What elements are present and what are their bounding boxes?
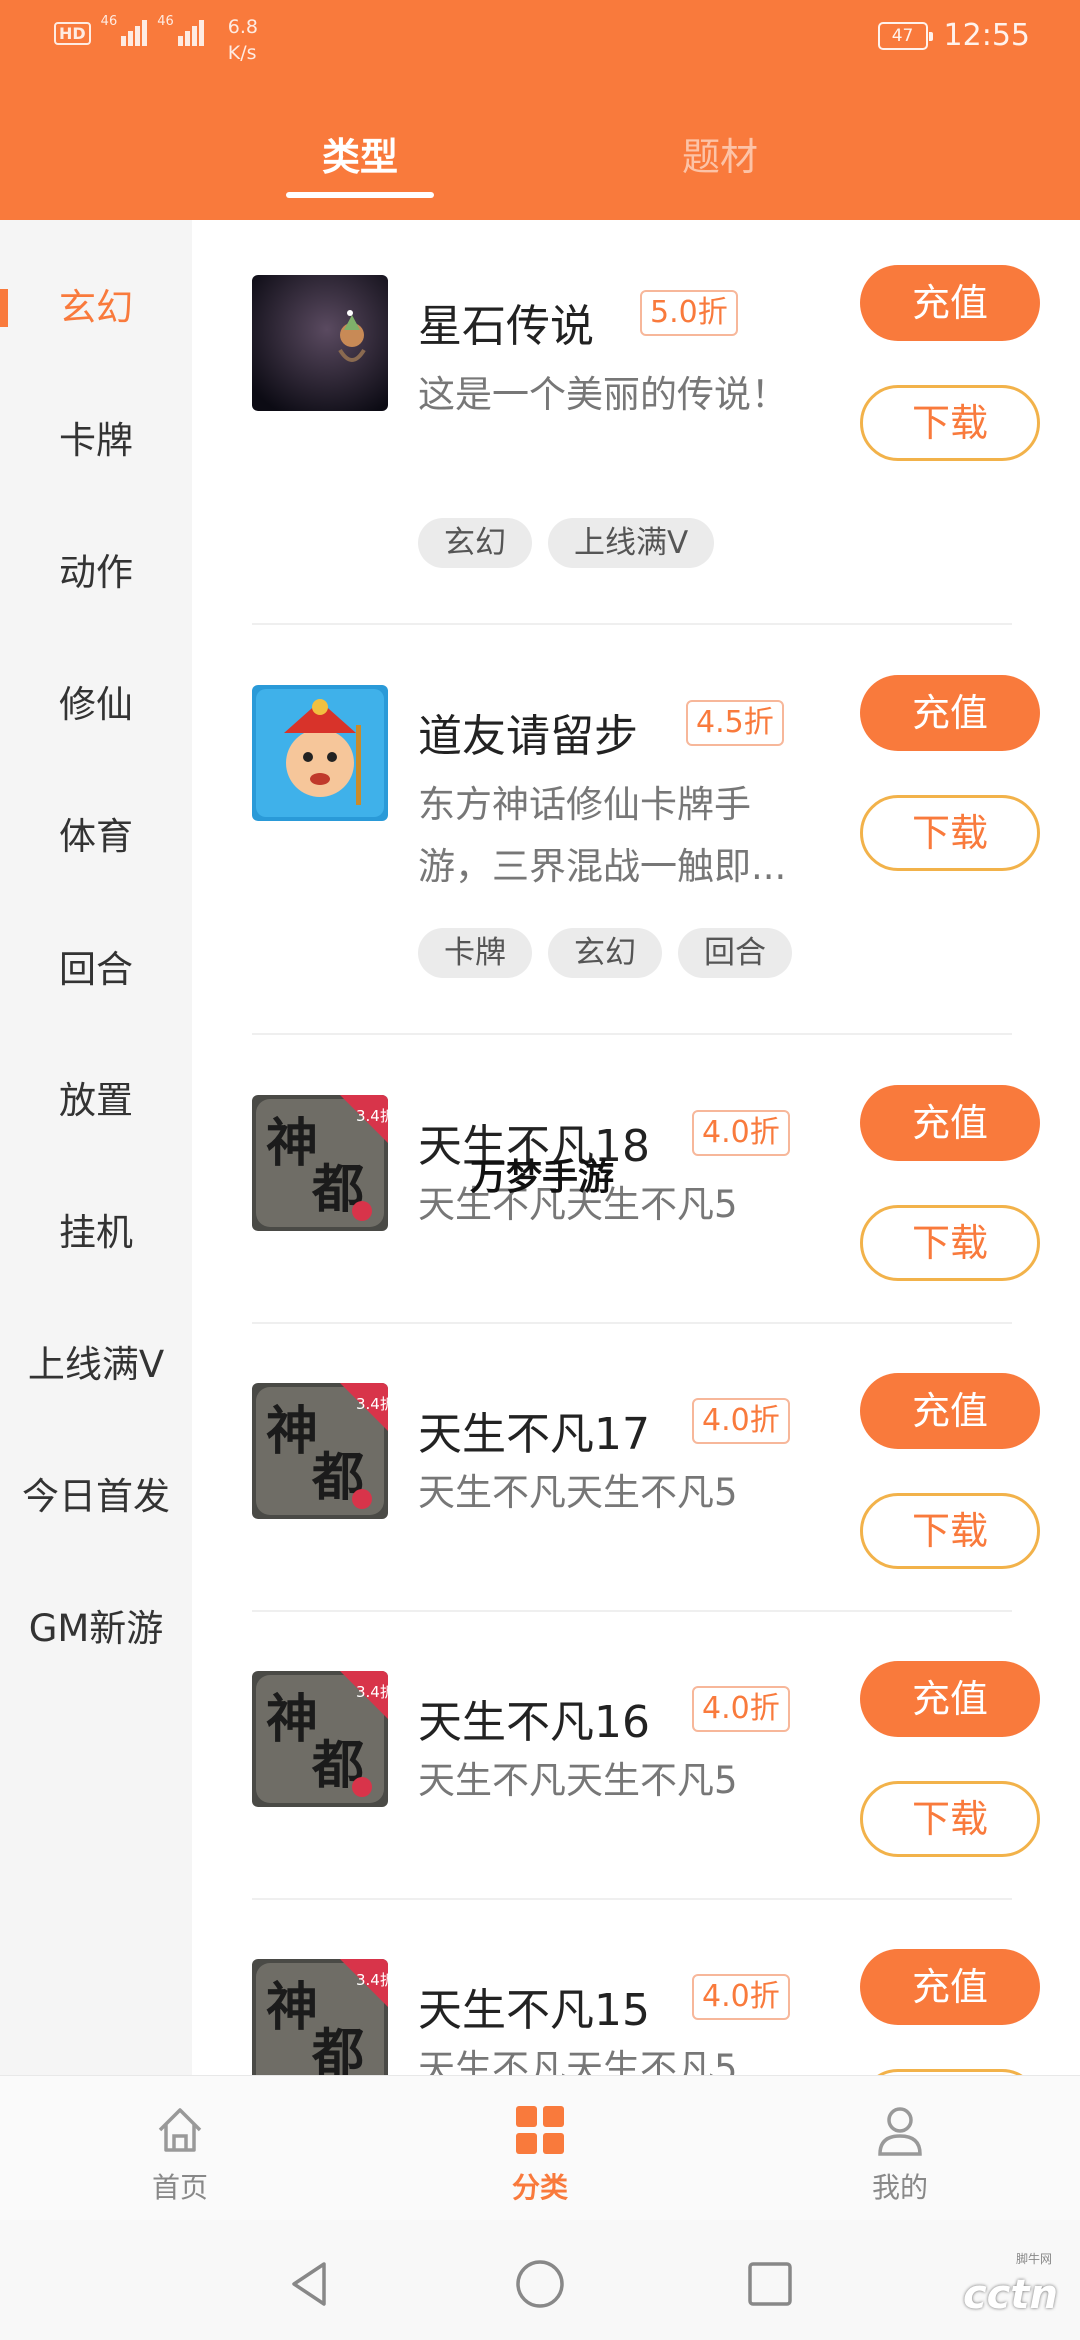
sidebar-item-fangzhi[interactable]: 放置 (0, 1071, 192, 1131)
category-grid-icon (512, 2102, 568, 2158)
nav-label: 首页 (151, 2171, 208, 2204)
brand-logo: cctn (962, 2272, 1058, 2318)
download-button[interactable]: 下载 (860, 1205, 1040, 1281)
game-description: 天生不凡天生不凡5 (418, 1471, 738, 1514)
discount-badge: 4.0折 (692, 1974, 790, 2020)
sidebar-item-guaji[interactable]: 挂机 (0, 1203, 192, 1263)
charge-button[interactable]: 充值 (860, 1949, 1040, 2025)
tag-list: 卡牌 玄幻 回合 (418, 928, 792, 978)
tag-chip[interactable]: 玄幻 (418, 518, 532, 568)
battery-icon: 47 (877, 21, 933, 50)
tag-chip[interactable]: 卡牌 (418, 928, 532, 978)
home-circle-icon[interactable] (514, 2258, 566, 2310)
nav-profile[interactable]: 我的 (820, 2102, 980, 2206)
shendu-icon[interactable]: 神 都 3.4折 (252, 1095, 388, 1231)
nav-label: 分类 (511, 2171, 568, 2204)
download-button[interactable]: 下载 (860, 385, 1040, 461)
sidebar-item-jinri-shoufa[interactable]: 今日首发 (0, 1467, 192, 1527)
nav-label: 我的 (871, 2171, 928, 2204)
download-button[interactable]: 下载 (860, 1781, 1040, 1857)
game-description: 天生不凡天生不凡5 (418, 2047, 738, 2075)
game-name: 星石传说 (418, 301, 594, 352)
tag-list: 玄幻 上线满V (418, 518, 715, 568)
shendu-icon[interactable]: 神 都 3.4折 (252, 1959, 388, 2075)
divider (252, 1610, 1012, 1612)
svg-text:都: 都 (311, 2023, 364, 2075)
tab-theme[interactable]: 题材 (620, 126, 820, 181)
discount-badge: 4.0折 (692, 1686, 790, 1732)
divider (252, 1033, 1012, 1035)
top-tabs: 类型 题材 (0, 110, 1080, 200)
charge-button[interactable]: 充值 (860, 675, 1040, 751)
home-icon (152, 2102, 208, 2158)
svg-text:神: 神 (266, 1113, 318, 1174)
nav-home[interactable]: 首页 (100, 2102, 260, 2206)
svg-text:神: 神 (266, 1689, 318, 1750)
recents-icon[interactable] (744, 2258, 796, 2310)
svg-text:3.4折: 3.4折 (356, 1107, 388, 1125)
sidebar-item-xiuxian[interactable]: 修仙 (0, 675, 192, 735)
sidebar-item-dongzuo[interactable]: 动作 (0, 543, 192, 603)
game-name: 天生不凡17 (418, 1409, 650, 1460)
divider (252, 1322, 1012, 1324)
tag-chip[interactable]: 玄幻 (548, 928, 662, 978)
network-speed: 6.8 K/s (227, 16, 258, 64)
game-name: 天生不凡16 (418, 1697, 650, 1748)
nav-category[interactable]: 分类 (460, 2102, 620, 2206)
discount-badge: 5.0折 (640, 290, 738, 336)
svg-text:3.4折: 3.4折 (356, 1683, 388, 1701)
divider (252, 1898, 1012, 1900)
shendu-icon[interactable]: 神 都 3.4折 (252, 1383, 388, 1519)
sidebar-item-tiyu[interactable]: 体育 (0, 807, 192, 867)
discount-badge: 4.0折 (692, 1110, 790, 1156)
sidebar-item-huihe[interactable]: 回合 (0, 940, 192, 1000)
sidebar-item-gm-xinyou[interactable]: GM新游 (0, 1599, 192, 1659)
game-list: 星石传说 5.0折 这是一个美丽的传说！ 玄幻 上线满V 充值 下载 道友请留步 (192, 220, 1080, 2075)
svg-text:神: 神 (266, 1401, 318, 1462)
game-description: 天生不凡天生不凡5 (418, 1759, 738, 1802)
discount-badge: 4.5折 (686, 700, 784, 746)
svg-text:3.4折: 3.4折 (356, 1395, 388, 1413)
hd-indicator: HD (54, 22, 91, 45)
tab-type[interactable]: 类型 (260, 126, 460, 181)
game-name: 道友请留步 (418, 711, 638, 762)
charge-button[interactable]: 充值 (860, 1373, 1040, 1449)
app-header: HD 46 46 6.8 K/s 47 12:55 类型 题材 (0, 0, 1080, 220)
download-button[interactable]: 下载 (860, 795, 1040, 871)
charge-button[interactable]: 充值 (860, 265, 1040, 341)
system-navigation-bar: 脚牛网 cctn (0, 2220, 1080, 2340)
tag-chip[interactable]: 回合 (678, 928, 792, 978)
profile-icon (872, 2102, 928, 2158)
category-sidebar: 玄幻 卡牌 动作 修仙 体育 回合 放置 挂机 上线满V 今日首发 GM新游 (0, 220, 192, 2075)
back-icon[interactable] (284, 2258, 336, 2310)
watermark-text: 万梦手游 (470, 1157, 615, 1198)
shendu-icon[interactable]: 神 都 3.4折 (252, 1671, 388, 1807)
game-description: 这是一个美丽的传说！ (418, 373, 788, 416)
sidebar-item-xuanhuan[interactable]: 玄幻 (0, 278, 192, 338)
signal-icon: 46 (157, 14, 204, 46)
charge-button[interactable]: 充值 (860, 1085, 1040, 1161)
discount-badge: 4.0折 (692, 1398, 790, 1444)
status-bar: HD 46 46 6.8 K/s 47 12:55 (0, 0, 1080, 80)
xingshi-icon[interactable] (252, 275, 388, 411)
svg-text:神: 神 (266, 1977, 318, 2038)
charge-button[interactable]: 充值 (860, 1661, 1040, 1737)
brand-caption: 脚牛网 (1015, 2252, 1052, 2266)
game-name: 天生不凡15 (418, 1985, 650, 2036)
signal-icon: 46 (101, 14, 148, 46)
clock: 12:55 (943, 18, 1030, 53)
game-description: 东方神话修仙卡牌手游，三界混战一触即... (418, 783, 787, 888)
sidebar-item-kapai[interactable]: 卡牌 (0, 411, 192, 471)
bottom-tab-bar: 首页 分类 我的 (0, 2075, 1080, 2220)
svg-text:3.4折: 3.4折 (356, 1971, 388, 1989)
download-button[interactable]: 下载 (860, 1493, 1040, 1569)
tag-chip[interactable]: 上线满V (548, 518, 715, 568)
divider (252, 623, 1012, 625)
active-tab-indicator (286, 192, 434, 198)
daoyou-icon[interactable] (252, 685, 388, 821)
sidebar-item-shangxian-manv[interactable]: 上线满V (0, 1335, 192, 1395)
